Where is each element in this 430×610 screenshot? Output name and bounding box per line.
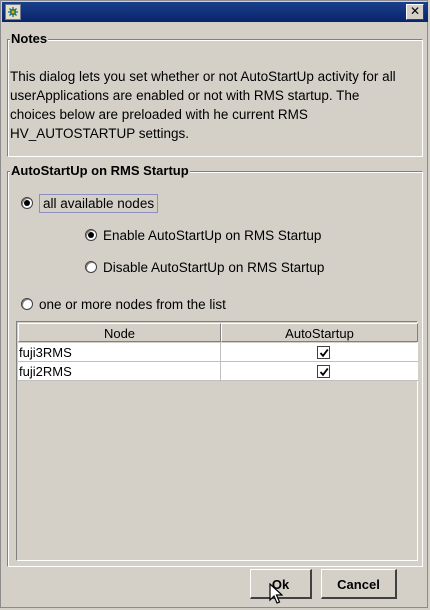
dialog-window: ✕ Notes This dialog lets you set whether… bbox=[0, 0, 428, 608]
radio-disable-label: Disable AutoStartUp on RMS Startup bbox=[103, 259, 325, 275]
autostartup-checkbox[interactable] bbox=[317, 365, 330, 378]
autostartup-checkbox[interactable] bbox=[317, 346, 330, 359]
radio-enable-autostart[interactable]: Enable AutoStartUp on RMS Startup bbox=[85, 225, 321, 245]
radio-disable-autostart[interactable]: Disable AutoStartUp on RMS Startup bbox=[85, 257, 324, 277]
column-header-node[interactable]: Node bbox=[18, 323, 221, 342]
checkmark-icon bbox=[319, 348, 329, 358]
node-cell: fuji3RMS bbox=[19, 345, 72, 360]
notes-text: This dialog lets you set whether or not … bbox=[10, 69, 396, 141]
close-button[interactable]: ✕ bbox=[406, 4, 424, 20]
radio-node-list-label: one or more nodes from the list bbox=[39, 296, 226, 312]
radio-enable-dot[interactable] bbox=[85, 229, 97, 241]
table-row[interactable]: fuji3RMS bbox=[18, 343, 418, 362]
checkmark-icon bbox=[319, 367, 329, 377]
radio-disable-dot[interactable] bbox=[85, 261, 97, 273]
mouse-pointer-icon bbox=[269, 582, 284, 608]
radio-all-nodes-label: all available nodes bbox=[39, 193, 159, 213]
radio-enable-label: Enable AutoStartUp on RMS Startup bbox=[103, 227, 322, 243]
cancel-button-label: Cancel bbox=[337, 577, 380, 592]
notes-legend: Notes bbox=[10, 31, 49, 47]
radio-node-list-dot[interactable] bbox=[21, 298, 33, 310]
radio-all-nodes-dot[interactable] bbox=[21, 197, 33, 209]
app-icon bbox=[5, 4, 21, 20]
table-row[interactable]: fuji2RMS bbox=[18, 362, 418, 381]
title-bar[interactable]: ✕ bbox=[2, 2, 428, 22]
node-table[interactable]: Node AutoStartup fuji3RMS fuji2RMS bbox=[16, 321, 418, 561]
autostart-legend: AutoStartUp on RMS Startup bbox=[10, 163, 190, 179]
column-header-autostartup[interactable]: AutoStartup bbox=[221, 323, 418, 342]
table-header: Node AutoStartup bbox=[18, 323, 418, 343]
close-icon: ✕ bbox=[409, 4, 421, 18]
radio-all-nodes[interactable]: all available nodes bbox=[21, 193, 159, 213]
radio-node-list[interactable]: one or more nodes from the list bbox=[21, 294, 226, 314]
node-cell: fuji2RMS bbox=[19, 364, 72, 379]
column-divider bbox=[220, 342, 221, 382]
cancel-button[interactable]: Cancel bbox=[321, 569, 397, 599]
